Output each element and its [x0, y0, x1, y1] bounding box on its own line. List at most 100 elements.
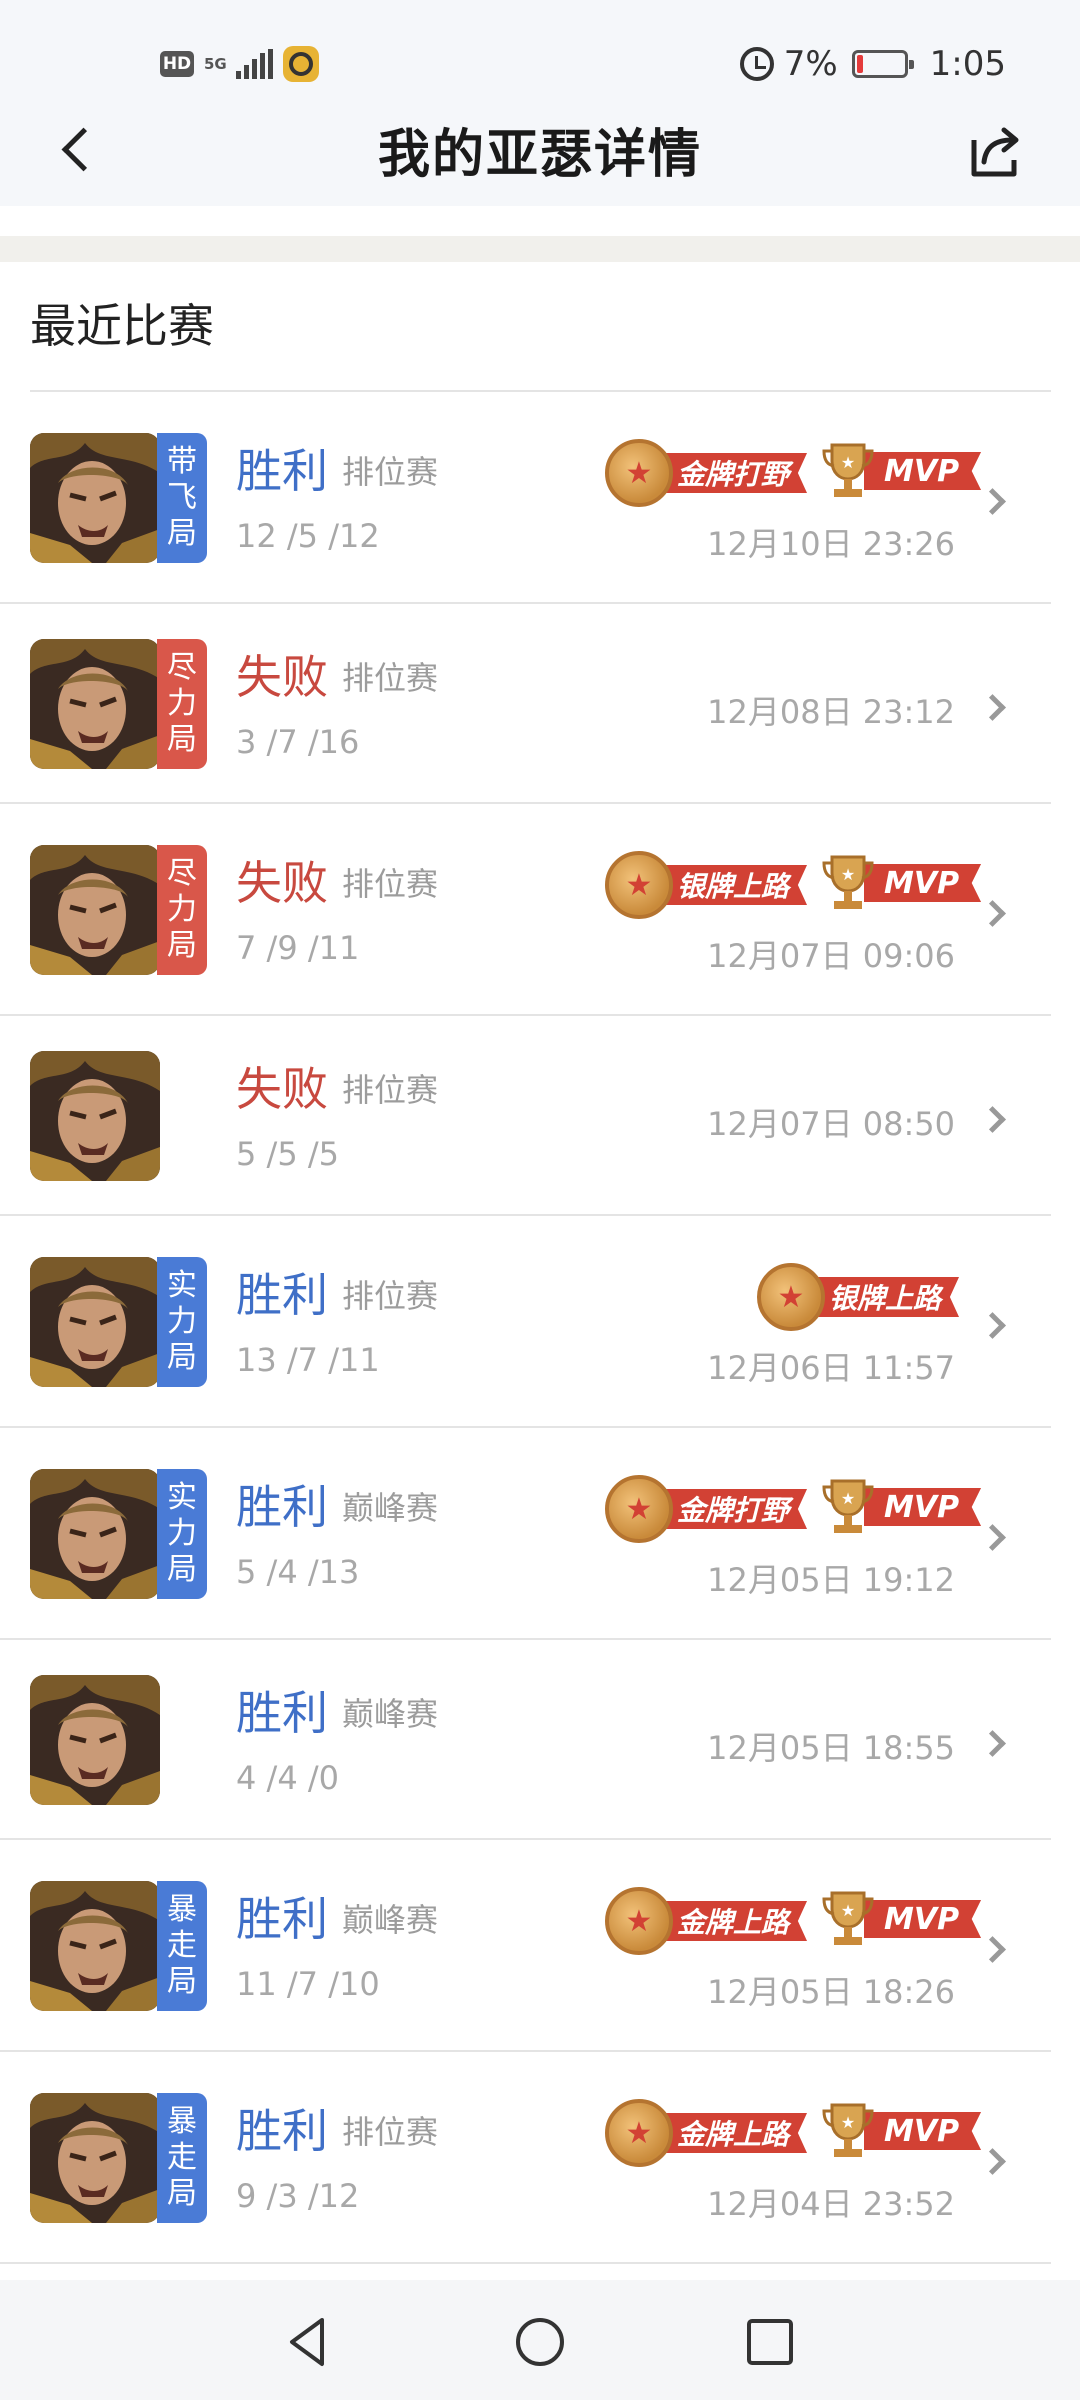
mvp-badge: ★ MVP [818, 2101, 982, 2161]
chevron-right-icon[interactable] [981, 2146, 1007, 2176]
svg-text:★: ★ [841, 865, 855, 884]
position-badge: 金牌打野 [605, 439, 808, 507]
tier-tag-char: 力 [167, 686, 197, 721]
share-button[interactable] [962, 114, 1028, 184]
chevron-right-icon[interactable] [981, 1310, 1007, 1340]
match-time: 12月07日 09:06 [707, 937, 955, 975]
match-row[interactable]: 实力局胜利巅峰赛5 /4 /13金牌打野★MVP12月05日 19:12 [0, 1428, 1051, 1640]
mvp-badge: ★ MVP [818, 1889, 982, 1949]
tier-tag-char: 尽 [167, 856, 197, 891]
hero-portrait [30, 433, 160, 563]
match-row[interactable]: 暴走局胜利排位赛9 /3 /12金牌上路★MVP12月04日 23:52 [0, 2052, 1051, 2264]
match-row[interactable]: 尽力局失败排位赛7 /9 /11银牌上路★MVP12月07日 09:06 [0, 804, 1051, 1016]
trophy-icon: ★ [822, 1479, 874, 1533]
chevron-right-icon[interactable] [981, 1104, 1007, 1134]
tier-tag-char: 飞 [167, 480, 197, 515]
match-time: 12月06日 11:57 [707, 1349, 955, 1387]
match-row[interactable]: 带飞局胜利排位赛12 /5 /12金牌打野★MVP12月10日 23:26 [0, 392, 1051, 604]
match-mode: 排位赛 [342, 453, 439, 491]
chevron-right-icon[interactable] [981, 486, 1007, 516]
tier-tag-char: 局 [167, 1964, 197, 1999]
nav-home-button[interactable] [510, 2312, 570, 2372]
match-row[interactable]: 尽力局失败 排位赛 3 /7 /16 12月08日 23:12 [0, 604, 1051, 804]
position-badge: 银牌上路 [757, 1263, 960, 1331]
match-time: 12月05日 18:55 [707, 1729, 955, 1767]
header: 我的亚瑟详情 [0, 96, 1080, 206]
match-row[interactable]: 胜利 巅峰赛 4 /4 /0 12月05日 18:55 [0, 1640, 1051, 1840]
match-row[interactable]: 暴走局胜利巅峰赛11 /7 /10金牌上路★MVP12月05日 18:26 [0, 1840, 1051, 2052]
hero-avatar [30, 433, 160, 563]
tier-tag-char: 局 [167, 722, 197, 757]
match-kda: 3 /7 /16 [236, 723, 360, 761]
mvp-badge-label: MVP [864, 452, 982, 490]
match-mode: 排位赛 [342, 1277, 439, 1315]
match-result: 胜利 [236, 2104, 328, 2158]
match-time: 12月05日 19:12 [707, 1561, 955, 1599]
battery-percent: 7% [783, 44, 838, 84]
match-time: 12月04日 23:52 [707, 2185, 955, 2223]
match-time: 12月08日 23:12 [707, 693, 955, 731]
hero-avatar [30, 1881, 160, 2011]
match-list: 带飞局胜利排位赛12 /5 /12金牌打野★MVP12月10日 23:26尽力局… [0, 392, 1080, 2264]
match-result: 胜利 [236, 444, 328, 498]
position-badge-label: 金牌上路 [655, 2113, 808, 2153]
nav-back-button[interactable] [278, 2312, 338, 2372]
medal-icon [605, 1887, 673, 1955]
match-kda: 5 /5 /5 [236, 1135, 339, 1173]
tier-tag-char: 走 [167, 1928, 197, 1963]
position-badge-label: 银牌上路 [807, 1277, 960, 1317]
trophy-icon: ★ [822, 1891, 874, 1945]
medal-icon [605, 1475, 673, 1543]
medal-icon [757, 1263, 825, 1331]
chevron-right-icon[interactable] [981, 1728, 1007, 1758]
position-badge-label: 金牌打野 [655, 1489, 808, 1529]
match-row[interactable]: 实力局胜利排位赛13 /7 /11银牌上路12月06日 11:57 [0, 1216, 1051, 1428]
square-recents-icon [747, 2319, 793, 2365]
tier-tag: 实力局 [157, 1469, 207, 1599]
tier-tag-char: 暴 [167, 2104, 197, 2139]
tier-tag: 实力局 [157, 1257, 207, 1387]
match-kda: 12 /5 /12 [236, 517, 380, 555]
hero-portrait [30, 1881, 160, 2011]
signal-icon [236, 49, 273, 79]
chevron-right-icon[interactable] [981, 1934, 1007, 1964]
match-result: 胜利 [236, 1480, 328, 1534]
chevron-right-icon[interactable] [981, 1522, 1007, 1552]
hero-portrait [30, 1051, 160, 1181]
hd-icon: HD [160, 51, 194, 77]
match-mode: 排位赛 [342, 1071, 439, 1109]
nav-recents-button[interactable] [740, 2312, 800, 2372]
status-left: HD 5G [160, 46, 319, 82]
mvp-badge-label: MVP [864, 2112, 982, 2150]
match-kda: 9 /3 /12 [236, 2177, 360, 2215]
match-mode: 巅峰赛 [342, 1695, 439, 1733]
match-result: 失败 [236, 1062, 328, 1116]
tier-tag: 带飞局 [157, 433, 207, 563]
chevron-right-icon[interactable] [981, 898, 1007, 928]
tier-tag-char: 实 [167, 1480, 197, 1515]
tier-tag-char: 走 [167, 2140, 197, 2175]
mvp-badge-label: MVP [864, 864, 982, 902]
svg-text:★: ★ [841, 1901, 855, 1920]
match-mode: 排位赛 [342, 2113, 439, 2151]
hero-avatar [30, 1051, 160, 1181]
match-kda: 4 /4 /0 [236, 1759, 339, 1797]
chevron-right-icon[interactable] [981, 692, 1007, 722]
position-badge-label: 金牌打野 [655, 453, 808, 493]
tier-tag-char: 尽 [167, 650, 197, 685]
match-row[interactable]: 失败 排位赛 5 /5 /5 12月07日 08:50 [0, 1016, 1051, 1216]
tier-tag-char: 力 [167, 892, 197, 927]
medal-icon [605, 2099, 673, 2167]
svg-text:★: ★ [841, 453, 855, 472]
mvp-badge: ★ MVP [818, 853, 982, 913]
tier-tag-char: 带 [167, 444, 197, 479]
match-result: 胜利 [236, 1268, 328, 1322]
match-result: 胜利 [236, 1892, 328, 1946]
tier-tag-char: 局 [167, 1340, 197, 1375]
tier-tag: 暴走局 [157, 1881, 207, 2011]
status-right: 7% 1:05 [739, 44, 1006, 84]
match-time: 12月05日 18:26 [707, 1973, 955, 2011]
match-mode: 巅峰赛 [342, 1901, 439, 1939]
mvp-badge: ★ MVP [818, 1477, 982, 1537]
match-result: 失败 [236, 856, 328, 910]
